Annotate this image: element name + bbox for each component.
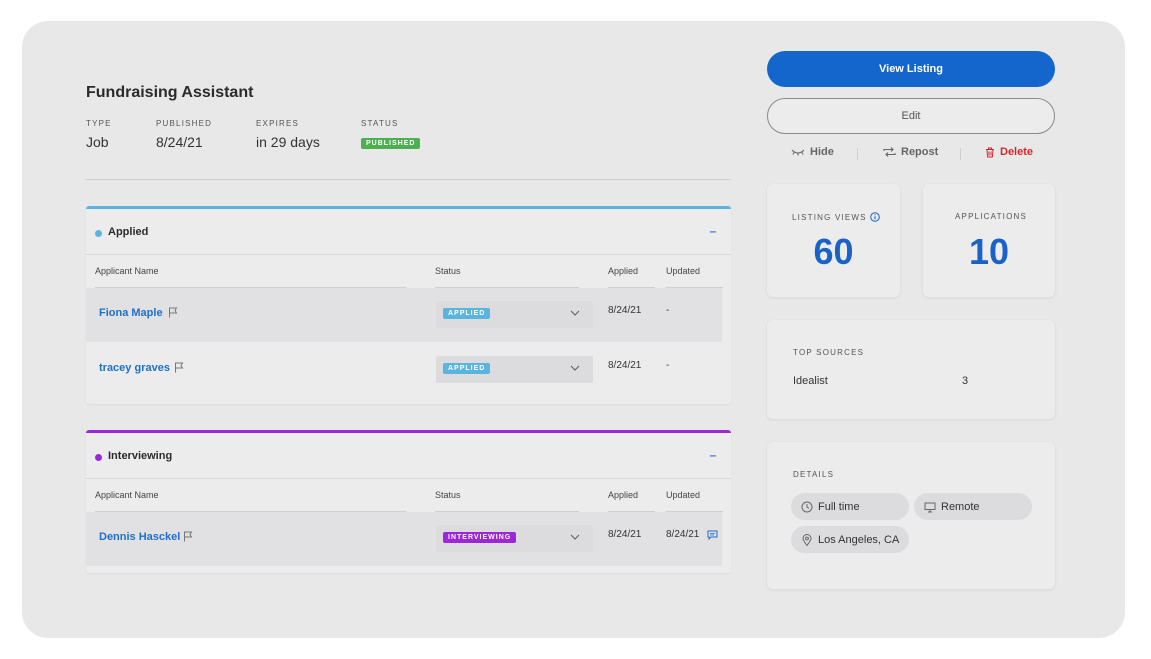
collapse-button[interactable]: – — [707, 449, 719, 461]
delete-label: Delete — [1000, 146, 1034, 158]
meta-expires: EXPIRES in 29 days — [256, 119, 320, 150]
details-label: DETAILS — [793, 470, 835, 479]
updated-date: 8/24/21 — [666, 529, 700, 540]
details-card: DETAILS Full time Remote Los Angeles, CA — [767, 442, 1055, 589]
applied-date: 8/24/21 — [608, 360, 642, 371]
flag-icon[interactable] — [168, 307, 178, 318]
chevron-down-icon — [570, 534, 580, 540]
meta-status: STATUS PUBLISHED — [361, 119, 421, 150]
info-icon[interactable] — [869, 212, 880, 222]
clock-icon — [801, 501, 813, 512]
source-count: 3 — [962, 375, 969, 387]
column-header-applied: Applied — [608, 266, 639, 276]
trash-icon — [986, 147, 994, 157]
applicant-name-link[interactable]: Fiona Maple — [99, 307, 163, 319]
status-dropdown[interactable]: APPLIED — [436, 356, 593, 383]
eye-closed-icon — [791, 149, 805, 156]
listing-views-value: 60 — [813, 231, 854, 272]
message-icon[interactable] — [707, 530, 718, 540]
column-header-applied: Applied — [608, 490, 639, 500]
top-sources-label: TOP SOURCES — [793, 348, 865, 357]
meta-type-value: Job — [86, 134, 109, 150]
map-pin-icon — [802, 533, 812, 546]
column-header-updated: Updated — [666, 490, 701, 500]
chevron-down-icon — [570, 310, 580, 316]
column-header-name: Applicant Name — [95, 490, 159, 500]
status-badge: INTERVIEWING — [443, 532, 517, 543]
meta-status-label: STATUS — [361, 119, 399, 128]
applications-label: APPLICATIONS — [955, 212, 1028, 221]
updated-date: - — [666, 305, 670, 316]
updated-date: - — [666, 360, 670, 371]
monitor-icon — [924, 502, 936, 512]
applied-date: 8/24/21 — [608, 305, 642, 316]
applicant-name-link[interactable]: tracey graves — [99, 362, 170, 374]
group-title: Applied — [108, 226, 149, 238]
detail-chip-location: Los Angeles, CA — [791, 526, 909, 553]
status-dropdown[interactable]: INTERVIEWING — [436, 525, 593, 552]
applications-value: 10 — [968, 231, 1010, 272]
meta-published-value: 8/24/21 — [156, 134, 203, 150]
table-row: Fiona Maple APPLIED 8/24/21 - — [86, 288, 722, 342]
column-header-status: Status — [435, 266, 461, 276]
flag-icon[interactable] — [183, 531, 193, 542]
top-sources-card: TOP SOURCES Idealist 3 — [767, 320, 1055, 419]
repost-button[interactable]: Repost — [883, 146, 938, 158]
flag-icon[interactable] — [174, 362, 184, 373]
listing-views-label-wrap: LISTING VIEWS — [792, 212, 880, 222]
group-color-dot — [95, 454, 102, 461]
column-header-updated: Updated — [666, 266, 701, 276]
group-header: Applied – — [86, 209, 731, 255]
hide-label: Hide — [810, 146, 834, 158]
page-title: Fundraising Assistant — [86, 84, 254, 101]
group-applied: Applied – Applicant Name Status Applied … — [86, 206, 731, 404]
status-badge: APPLIED — [443, 363, 491, 374]
column-header-name: Applicant Name — [95, 266, 159, 276]
detail-chip-label: Remote — [941, 500, 980, 513]
column-header-status: Status — [435, 490, 461, 500]
table-row: tracey graves APPLIED 8/24/21 - — [86, 343, 722, 397]
detail-chip-label: Full time — [818, 500, 860, 513]
header-divider — [86, 179, 731, 180]
meta-published: PUBLISHED 8/24/21 — [156, 119, 212, 150]
meta-type-label: TYPE — [86, 119, 112, 128]
chevron-down-icon — [570, 365, 580, 371]
meta-type: TYPE Job — [86, 119, 112, 150]
table-row: Dennis Hasckel INTERVIEWING 8/24/21 8/24… — [86, 512, 722, 566]
status-dropdown[interactable]: APPLIED — [436, 301, 593, 328]
action-divider — [960, 148, 961, 160]
detail-chip-label: Los Angeles, CA — [818, 533, 900, 546]
view-listing-button[interactable]: View Listing — [767, 51, 1055, 87]
applied-date: 8/24/21 — [608, 529, 642, 540]
hide-button[interactable]: Hide — [791, 146, 834, 158]
delete-button[interactable]: Delete — [985, 146, 1033, 158]
group-title: Interviewing — [108, 450, 173, 462]
meta-expires-value: in 29 days — [256, 134, 320, 150]
applications-card: APPLICATIONS 10 — [923, 184, 1055, 297]
group-interviewing: Interviewing – Applicant Name Status App… — [86, 430, 731, 573]
meta-expires-label: EXPIRES — [256, 119, 300, 128]
repost-icon — [883, 147, 896, 157]
source-name: Idealist — [793, 375, 828, 387]
action-divider — [857, 148, 858, 160]
status-badge: APPLIED — [443, 308, 491, 319]
group-color-dot — [95, 230, 102, 237]
repost-label: Repost — [901, 146, 939, 158]
listing-views-card: LISTING VIEWS 60 — [767, 184, 900, 297]
detail-chip-location-type: Remote — [914, 493, 1032, 520]
detail-chip-employment: Full time — [791, 493, 909, 520]
collapse-button[interactable]: – — [707, 225, 719, 237]
edit-button[interactable]: Edit — [767, 98, 1055, 134]
applicant-name-link[interactable]: Dennis Hasckel — [99, 531, 180, 543]
meta-published-label: PUBLISHED — [156, 119, 213, 128]
status-badge: PUBLISHED — [361, 138, 421, 149]
group-header: Interviewing – — [86, 433, 731, 479]
listing-views-label: LISTING VIEWS — [792, 213, 867, 222]
